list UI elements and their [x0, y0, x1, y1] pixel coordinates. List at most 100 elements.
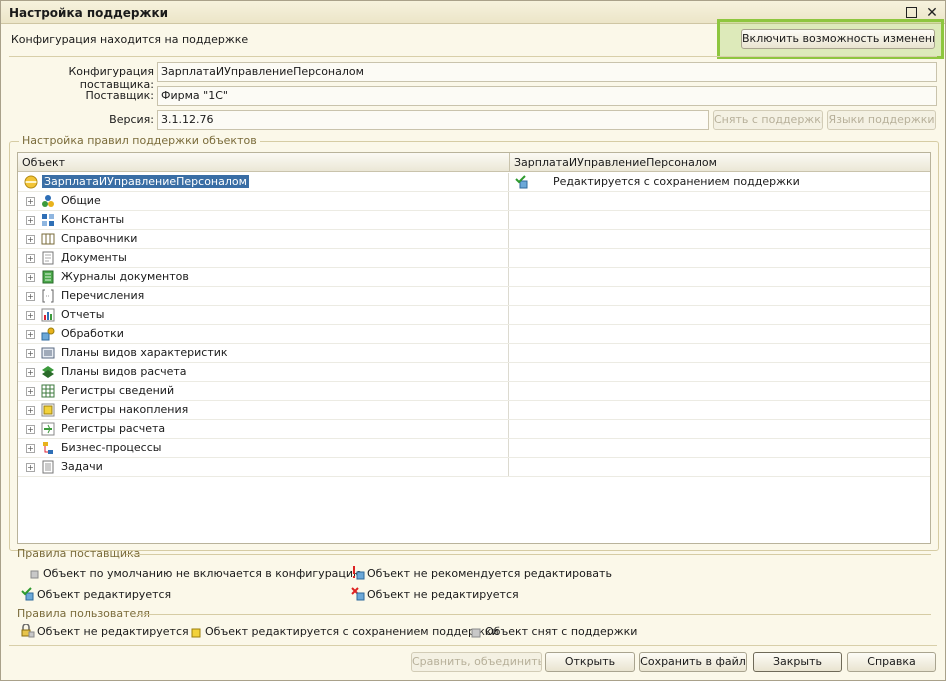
configuration-icon: [24, 175, 38, 189]
legend-not-editable-vendor: Объект не редактируется: [351, 587, 519, 601]
tree-row[interactable]: + Справочники: [18, 230, 930, 249]
tree-row[interactable]: + Задачи: [18, 458, 930, 477]
expand-icon[interactable]: +: [26, 254, 35, 263]
tree-row-label[interactable]: Задачи: [61, 460, 103, 473]
version-field[interactable]: 3.1.12.76: [157, 110, 709, 130]
legend-user-editable-supported: Объект редактируется с сохранением подде…: [189, 624, 499, 638]
tree-row[interactable]: + Регистры накопления: [18, 401, 930, 420]
tree-row-label[interactable]: Регистры сведений: [61, 384, 174, 397]
expand-icon[interactable]: +: [26, 216, 35, 225]
tree-row[interactable]: + Документы: [18, 249, 930, 268]
tree-row[interactable]: + Перечисления: [18, 287, 930, 306]
not-editable-icon: [351, 587, 365, 601]
tree-row[interactable]: + Планы видов характеристик: [18, 344, 930, 363]
legend-not-recommended: Объект не рекомендуется редактировать: [351, 566, 612, 580]
not-included-icon: [30, 570, 39, 579]
tree-row-label[interactable]: Константы: [61, 213, 124, 226]
expand-icon[interactable]: +: [26, 463, 35, 472]
constants-icon: [42, 214, 54, 226]
calculation-registers-icon: [41, 422, 55, 436]
reports-icon: [41, 308, 55, 322]
tree-header: Объект ЗарплатаИУправлениеПерсоналом: [18, 153, 930, 172]
tree-row-label[interactable]: Регистры расчета: [61, 422, 165, 435]
accumulation-registers-icon: [41, 403, 55, 417]
tree-row-label[interactable]: Бизнес-процессы: [61, 441, 161, 454]
removed-from-support-icon: [471, 628, 481, 638]
tree-row[interactable]: + Обработки: [18, 325, 930, 344]
expand-icon[interactable]: +: [26, 349, 35, 358]
calculation-types-icon: [42, 366, 54, 378]
tree-row[interactable]: + Регистры расчета: [18, 420, 930, 439]
tree-row-label[interactable]: Отчеты: [61, 308, 104, 321]
window-title: Настройка поддержки: [9, 6, 169, 20]
tasks-icon: [42, 460, 54, 474]
tree-row-label[interactable]: Перечисления: [61, 289, 144, 302]
support-rules-tree[interactable]: Объект ЗарплатаИУправлениеПерсоналом Зар…: [17, 152, 931, 544]
expand-icon[interactable]: +: [26, 311, 35, 320]
tree-row-label[interactable]: Журналы документов: [61, 270, 189, 283]
expand-icon[interactable]: +: [26, 444, 35, 453]
tree-row[interactable]: + Общие: [18, 192, 930, 211]
expand-icon[interactable]: +: [26, 425, 35, 434]
close-button[interactable]: Закрыть: [753, 652, 842, 672]
editable-with-support-icon: [515, 175, 528, 189]
expand-icon[interactable]: +: [26, 330, 35, 339]
enable-changes-button[interactable]: Включить возможность изменения: [741, 29, 935, 49]
tree-row[interactable]: + Бизнес-процессы: [18, 439, 930, 458]
divider: [126, 554, 931, 555]
document-journals-icon: [42, 270, 54, 284]
tree-row[interactable]: + Журналы документов: [18, 268, 930, 287]
expand-icon[interactable]: +: [26, 292, 35, 301]
user-rules-title: Правила пользователя: [17, 607, 150, 620]
editable-icon: [21, 587, 34, 601]
maximize-icon[interactable]: [905, 6, 919, 20]
expand-icon[interactable]: +: [26, 197, 35, 206]
data-processors-icon: [41, 327, 55, 341]
version-label: Версия:: [109, 113, 154, 126]
tree-row-label[interactable]: ЗарплатаИУправлениеПерсоналом: [42, 175, 249, 188]
expand-icon[interactable]: +: [26, 406, 35, 415]
lock-icon: [21, 624, 35, 638]
tree-row[interactable]: + Отчеты: [18, 306, 930, 325]
column-header-vendor[interactable]: ЗарплатаИУправлениеПерсоналом: [514, 156, 717, 169]
tree-row-label[interactable]: Регистры накопления: [61, 403, 188, 416]
enums-icon: [42, 289, 54, 303]
tree-row[interactable]: + Регистры сведений: [18, 382, 930, 401]
expand-icon[interactable]: +: [26, 368, 35, 377]
catalogs-icon: [41, 233, 55, 245]
tree-row-label[interactable]: Документы: [61, 251, 127, 264]
tree-row[interactable]: + Константы: [18, 211, 930, 230]
tree-row-label[interactable]: Справочники: [61, 232, 137, 245]
divider: [9, 645, 937, 646]
tree-row-label[interactable]: Планы видов расчета: [61, 365, 187, 378]
tree-row-root[interactable]: ЗарплатаИУправлениеПерсоналом Редактируе…: [18, 173, 930, 192]
column-header-object[interactable]: Объект: [22, 156, 65, 169]
legend-user-removed: Объект снят с поддержки: [469, 624, 637, 638]
tree-row-label[interactable]: Планы видов характеристик: [61, 346, 228, 359]
rules-group-title: Настройка правил поддержки объектов: [19, 134, 260, 147]
vendor-config-field[interactable]: ЗарплатаИУправлениеПерсоналом: [157, 62, 937, 82]
help-button[interactable]: Справка: [847, 652, 936, 672]
divider: [137, 614, 931, 615]
open-button[interactable]: Открыть: [545, 652, 635, 672]
support-languages-button[interactable]: Языки поддержки: [827, 110, 936, 130]
expand-icon[interactable]: +: [26, 273, 35, 282]
business-processes-icon: [43, 442, 53, 454]
tree-row-label[interactable]: Обработки: [61, 327, 124, 340]
not-recommended-icon: [353, 566, 365, 580]
save-to-file-button[interactable]: Сохранить в файл: [639, 652, 747, 672]
tree-row-label[interactable]: Общие: [61, 194, 101, 207]
vendor-field[interactable]: Фирма "1С": [157, 86, 937, 106]
compare-merge-button[interactable]: Сравнить, объединить: [411, 652, 542, 672]
tree-row-value: Редактируется с сохранением поддержки: [553, 175, 800, 188]
close-icon[interactable]: ✕: [925, 6, 939, 20]
legend-not-included: Объект по умолчанию не включается в конф…: [27, 566, 362, 580]
support-settings-window: Настройка поддержки ✕ Конфигурация наход…: [0, 0, 946, 681]
characteristic-types-icon: [41, 347, 55, 359]
tree-row[interactable]: + Планы видов расчета: [18, 363, 930, 382]
vendor-rules-title: Правила поставщика: [17, 547, 141, 560]
expand-icon[interactable]: +: [26, 387, 35, 396]
remove-support-button[interactable]: Снять с поддержки: [713, 110, 823, 130]
support-status-text: Конфигурация находится на поддержке: [11, 33, 249, 46]
expand-icon[interactable]: +: [26, 235, 35, 244]
